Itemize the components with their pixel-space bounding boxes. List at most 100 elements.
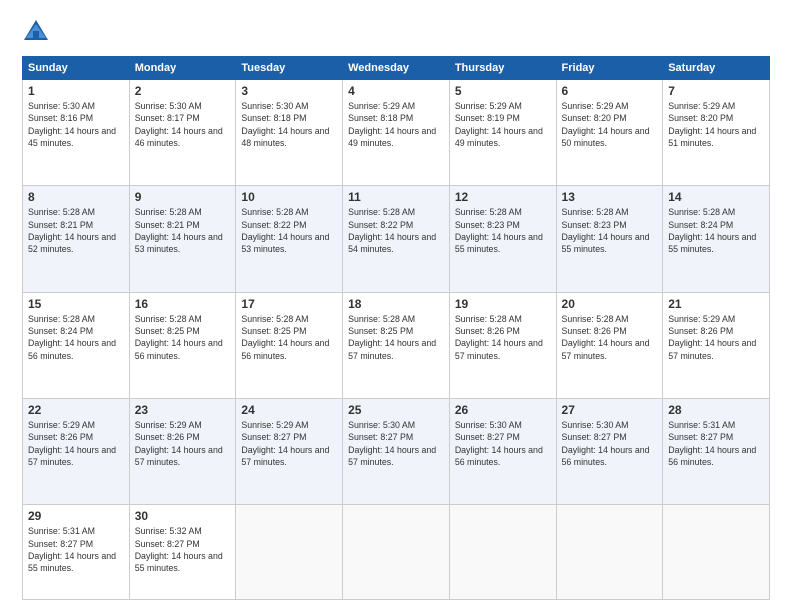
day-number: 1 [28, 84, 124, 98]
day-info: Sunrise: 5:30 AM Sunset: 8:16 PM Dayligh… [28, 100, 124, 149]
calendar-cell: 15 Sunrise: 5:28 AM Sunset: 8:24 PM Dayl… [23, 292, 130, 398]
calendar-cell [556, 505, 663, 600]
day-info: Sunrise: 5:31 AM Sunset: 8:27 PM Dayligh… [28, 525, 124, 574]
weekday-header-sunday: Sunday [23, 57, 130, 80]
day-info: Sunrise: 5:28 AM Sunset: 8:21 PM Dayligh… [135, 206, 231, 255]
calendar-week-row: 15 Sunrise: 5:28 AM Sunset: 8:24 PM Dayl… [23, 292, 770, 398]
calendar-cell: 18 Sunrise: 5:28 AM Sunset: 8:25 PM Dayl… [343, 292, 450, 398]
day-number: 7 [668, 84, 764, 98]
calendar-cell: 8 Sunrise: 5:28 AM Sunset: 8:21 PM Dayli… [23, 186, 130, 292]
calendar-week-row: 22 Sunrise: 5:29 AM Sunset: 8:26 PM Dayl… [23, 399, 770, 505]
day-info: Sunrise: 5:28 AM Sunset: 8:22 PM Dayligh… [241, 206, 337, 255]
calendar-cell: 23 Sunrise: 5:29 AM Sunset: 8:26 PM Dayl… [129, 399, 236, 505]
calendar-cell: 17 Sunrise: 5:28 AM Sunset: 8:25 PM Dayl… [236, 292, 343, 398]
calendar-cell: 6 Sunrise: 5:29 AM Sunset: 8:20 PM Dayli… [556, 80, 663, 186]
day-info: Sunrise: 5:30 AM Sunset: 8:27 PM Dayligh… [455, 419, 551, 468]
calendar-cell: 14 Sunrise: 5:28 AM Sunset: 8:24 PM Dayl… [663, 186, 770, 292]
calendar-week-row: 8 Sunrise: 5:28 AM Sunset: 8:21 PM Dayli… [23, 186, 770, 292]
calendar-week-row: 29 Sunrise: 5:31 AM Sunset: 8:27 PM Dayl… [23, 505, 770, 600]
calendar-cell: 25 Sunrise: 5:30 AM Sunset: 8:27 PM Dayl… [343, 399, 450, 505]
weekday-header-tuesday: Tuesday [236, 57, 343, 80]
day-number: 14 [668, 190, 764, 204]
day-info: Sunrise: 5:29 AM Sunset: 8:18 PM Dayligh… [348, 100, 444, 149]
calendar-cell: 29 Sunrise: 5:31 AM Sunset: 8:27 PM Dayl… [23, 505, 130, 600]
day-number: 2 [135, 84, 231, 98]
day-info: Sunrise: 5:28 AM Sunset: 8:26 PM Dayligh… [455, 313, 551, 362]
calendar-cell: 30 Sunrise: 5:32 AM Sunset: 8:27 PM Dayl… [129, 505, 236, 600]
calendar-cell: 16 Sunrise: 5:28 AM Sunset: 8:25 PM Dayl… [129, 292, 236, 398]
calendar-cell: 22 Sunrise: 5:29 AM Sunset: 8:26 PM Dayl… [23, 399, 130, 505]
day-number: 3 [241, 84, 337, 98]
day-info: Sunrise: 5:28 AM Sunset: 8:25 PM Dayligh… [241, 313, 337, 362]
day-number: 13 [562, 190, 658, 204]
day-number: 6 [562, 84, 658, 98]
calendar-cell: 20 Sunrise: 5:28 AM Sunset: 8:26 PM Dayl… [556, 292, 663, 398]
day-info: Sunrise: 5:29 AM Sunset: 8:27 PM Dayligh… [241, 419, 337, 468]
day-number: 10 [241, 190, 337, 204]
page: SundayMondayTuesdayWednesdayThursdayFrid… [0, 0, 792, 612]
day-info: Sunrise: 5:32 AM Sunset: 8:27 PM Dayligh… [135, 525, 231, 574]
day-info: Sunrise: 5:28 AM Sunset: 8:24 PM Dayligh… [668, 206, 764, 255]
calendar-cell [343, 505, 450, 600]
day-number: 4 [348, 84, 444, 98]
header [22, 18, 770, 46]
day-info: Sunrise: 5:28 AM Sunset: 8:21 PM Dayligh… [28, 206, 124, 255]
day-number: 23 [135, 403, 231, 417]
day-info: Sunrise: 5:28 AM Sunset: 8:22 PM Dayligh… [348, 206, 444, 255]
logo [22, 18, 56, 46]
calendar-cell: 3 Sunrise: 5:30 AM Sunset: 8:18 PM Dayli… [236, 80, 343, 186]
weekday-header-monday: Monday [129, 57, 236, 80]
calendar-cell: 5 Sunrise: 5:29 AM Sunset: 8:19 PM Dayli… [449, 80, 556, 186]
day-number: 21 [668, 297, 764, 311]
calendar-cell: 10 Sunrise: 5:28 AM Sunset: 8:22 PM Dayl… [236, 186, 343, 292]
day-number: 5 [455, 84, 551, 98]
calendar-cell: 26 Sunrise: 5:30 AM Sunset: 8:27 PM Dayl… [449, 399, 556, 505]
day-info: Sunrise: 5:28 AM Sunset: 8:23 PM Dayligh… [455, 206, 551, 255]
calendar-cell: 21 Sunrise: 5:29 AM Sunset: 8:26 PM Dayl… [663, 292, 770, 398]
day-info: Sunrise: 5:29 AM Sunset: 8:26 PM Dayligh… [668, 313, 764, 362]
day-info: Sunrise: 5:29 AM Sunset: 8:26 PM Dayligh… [135, 419, 231, 468]
day-number: 24 [241, 403, 337, 417]
day-number: 27 [562, 403, 658, 417]
day-info: Sunrise: 5:28 AM Sunset: 8:23 PM Dayligh… [562, 206, 658, 255]
calendar-cell [663, 505, 770, 600]
weekday-header-thursday: Thursday [449, 57, 556, 80]
calendar: SundayMondayTuesdayWednesdayThursdayFrid… [22, 56, 770, 600]
calendar-cell: 27 Sunrise: 5:30 AM Sunset: 8:27 PM Dayl… [556, 399, 663, 505]
calendar-cell [236, 505, 343, 600]
day-number: 16 [135, 297, 231, 311]
calendar-week-row: 1 Sunrise: 5:30 AM Sunset: 8:16 PM Dayli… [23, 80, 770, 186]
weekday-header-wednesday: Wednesday [343, 57, 450, 80]
day-number: 22 [28, 403, 124, 417]
day-number: 20 [562, 297, 658, 311]
day-number: 19 [455, 297, 551, 311]
day-number: 15 [28, 297, 124, 311]
day-info: Sunrise: 5:30 AM Sunset: 8:27 PM Dayligh… [562, 419, 658, 468]
day-info: Sunrise: 5:28 AM Sunset: 8:25 PM Dayligh… [348, 313, 444, 362]
logo-icon [22, 18, 50, 46]
day-number: 18 [348, 297, 444, 311]
day-number: 9 [135, 190, 231, 204]
calendar-cell: 24 Sunrise: 5:29 AM Sunset: 8:27 PM Dayl… [236, 399, 343, 505]
calendar-cell: 7 Sunrise: 5:29 AM Sunset: 8:20 PM Dayli… [663, 80, 770, 186]
calendar-cell: 2 Sunrise: 5:30 AM Sunset: 8:17 PM Dayli… [129, 80, 236, 186]
calendar-cell [449, 505, 556, 600]
day-info: Sunrise: 5:29 AM Sunset: 8:20 PM Dayligh… [562, 100, 658, 149]
calendar-cell: 13 Sunrise: 5:28 AM Sunset: 8:23 PM Dayl… [556, 186, 663, 292]
calendar-cell: 28 Sunrise: 5:31 AM Sunset: 8:27 PM Dayl… [663, 399, 770, 505]
day-number: 29 [28, 509, 124, 523]
day-info: Sunrise: 5:30 AM Sunset: 8:27 PM Dayligh… [348, 419, 444, 468]
day-number: 26 [455, 403, 551, 417]
day-info: Sunrise: 5:30 AM Sunset: 8:18 PM Dayligh… [241, 100, 337, 149]
calendar-cell: 12 Sunrise: 5:28 AM Sunset: 8:23 PM Dayl… [449, 186, 556, 292]
day-number: 30 [135, 509, 231, 523]
calendar-cell: 1 Sunrise: 5:30 AM Sunset: 8:16 PM Dayli… [23, 80, 130, 186]
day-number: 12 [455, 190, 551, 204]
day-number: 11 [348, 190, 444, 204]
day-info: Sunrise: 5:28 AM Sunset: 8:26 PM Dayligh… [562, 313, 658, 362]
calendar-cell: 9 Sunrise: 5:28 AM Sunset: 8:21 PM Dayli… [129, 186, 236, 292]
weekday-header-friday: Friday [556, 57, 663, 80]
weekday-header-row: SundayMondayTuesdayWednesdayThursdayFrid… [23, 57, 770, 80]
day-info: Sunrise: 5:29 AM Sunset: 8:19 PM Dayligh… [455, 100, 551, 149]
day-number: 17 [241, 297, 337, 311]
